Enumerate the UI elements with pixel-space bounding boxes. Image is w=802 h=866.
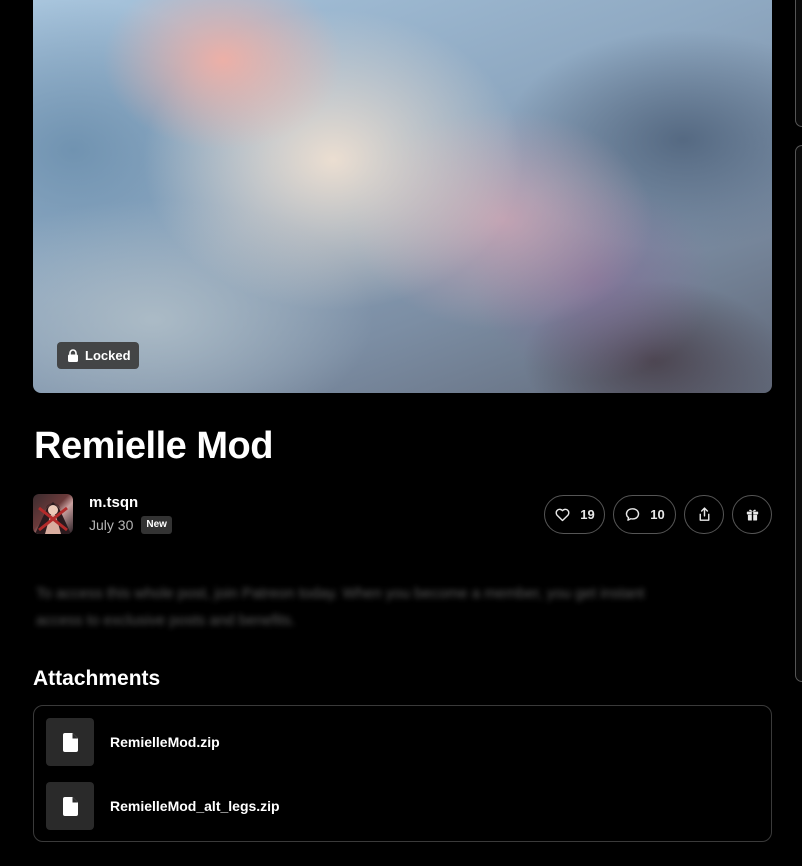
attachment-item[interactable]: RemielleMod_alt_legs.zip — [46, 782, 280, 830]
comment-button[interactable]: 10 — [613, 495, 676, 534]
attachment-item[interactable]: RemielleMod.zip — [46, 718, 220, 766]
like-count: 19 — [580, 507, 595, 522]
attachment-name[interactable]: RemielleMod.zip — [110, 734, 220, 750]
file-icon — [62, 796, 78, 816]
attachments-heading: Attachments — [33, 667, 161, 690]
post-meta: July 30 New — [89, 515, 172, 535]
gift-icon — [746, 509, 758, 521]
heart-icon — [555, 508, 570, 522]
speech-bubble-icon — [626, 508, 640, 521]
gift-button[interactable] — [732, 495, 772, 534]
locked-teaser-text: To access this whole post, join Patreon … — [36, 580, 776, 634]
scrollbar[interactable] — [795, 145, 802, 682]
share-icon — [699, 507, 709, 521]
teaser-line-2: access to exclusive posts and benefits. — [36, 612, 296, 629]
side-panel-edge — [795, 0, 802, 127]
avatar[interactable] — [33, 494, 73, 534]
author-name[interactable]: m.tsqn — [89, 494, 138, 512]
avatar-image — [35, 502, 71, 534]
new-badge: New — [141, 516, 172, 534]
locked-label: Locked — [85, 348, 131, 363]
attachment-name[interactable]: RemielleMod_alt_legs.zip — [110, 798, 280, 814]
post-title: Remielle Mod — [34, 425, 273, 467]
post-date: July 30 — [89, 517, 134, 533]
file-tile — [46, 782, 94, 830]
locked-badge: Locked — [57, 342, 139, 369]
file-tile — [46, 718, 94, 766]
post-preview-image: Locked — [33, 0, 772, 393]
file-icon — [62, 732, 78, 752]
attachments-list: RemielleMod.zip RemielleMod_alt_legs.zip — [33, 705, 772, 842]
share-button[interactable] — [684, 495, 724, 534]
lock-icon — [68, 349, 78, 362]
comment-count: 10 — [650, 507, 665, 522]
like-button[interactable]: 19 — [544, 495, 605, 534]
teaser-line-1: To access this whole post, join Patreon … — [36, 585, 645, 602]
